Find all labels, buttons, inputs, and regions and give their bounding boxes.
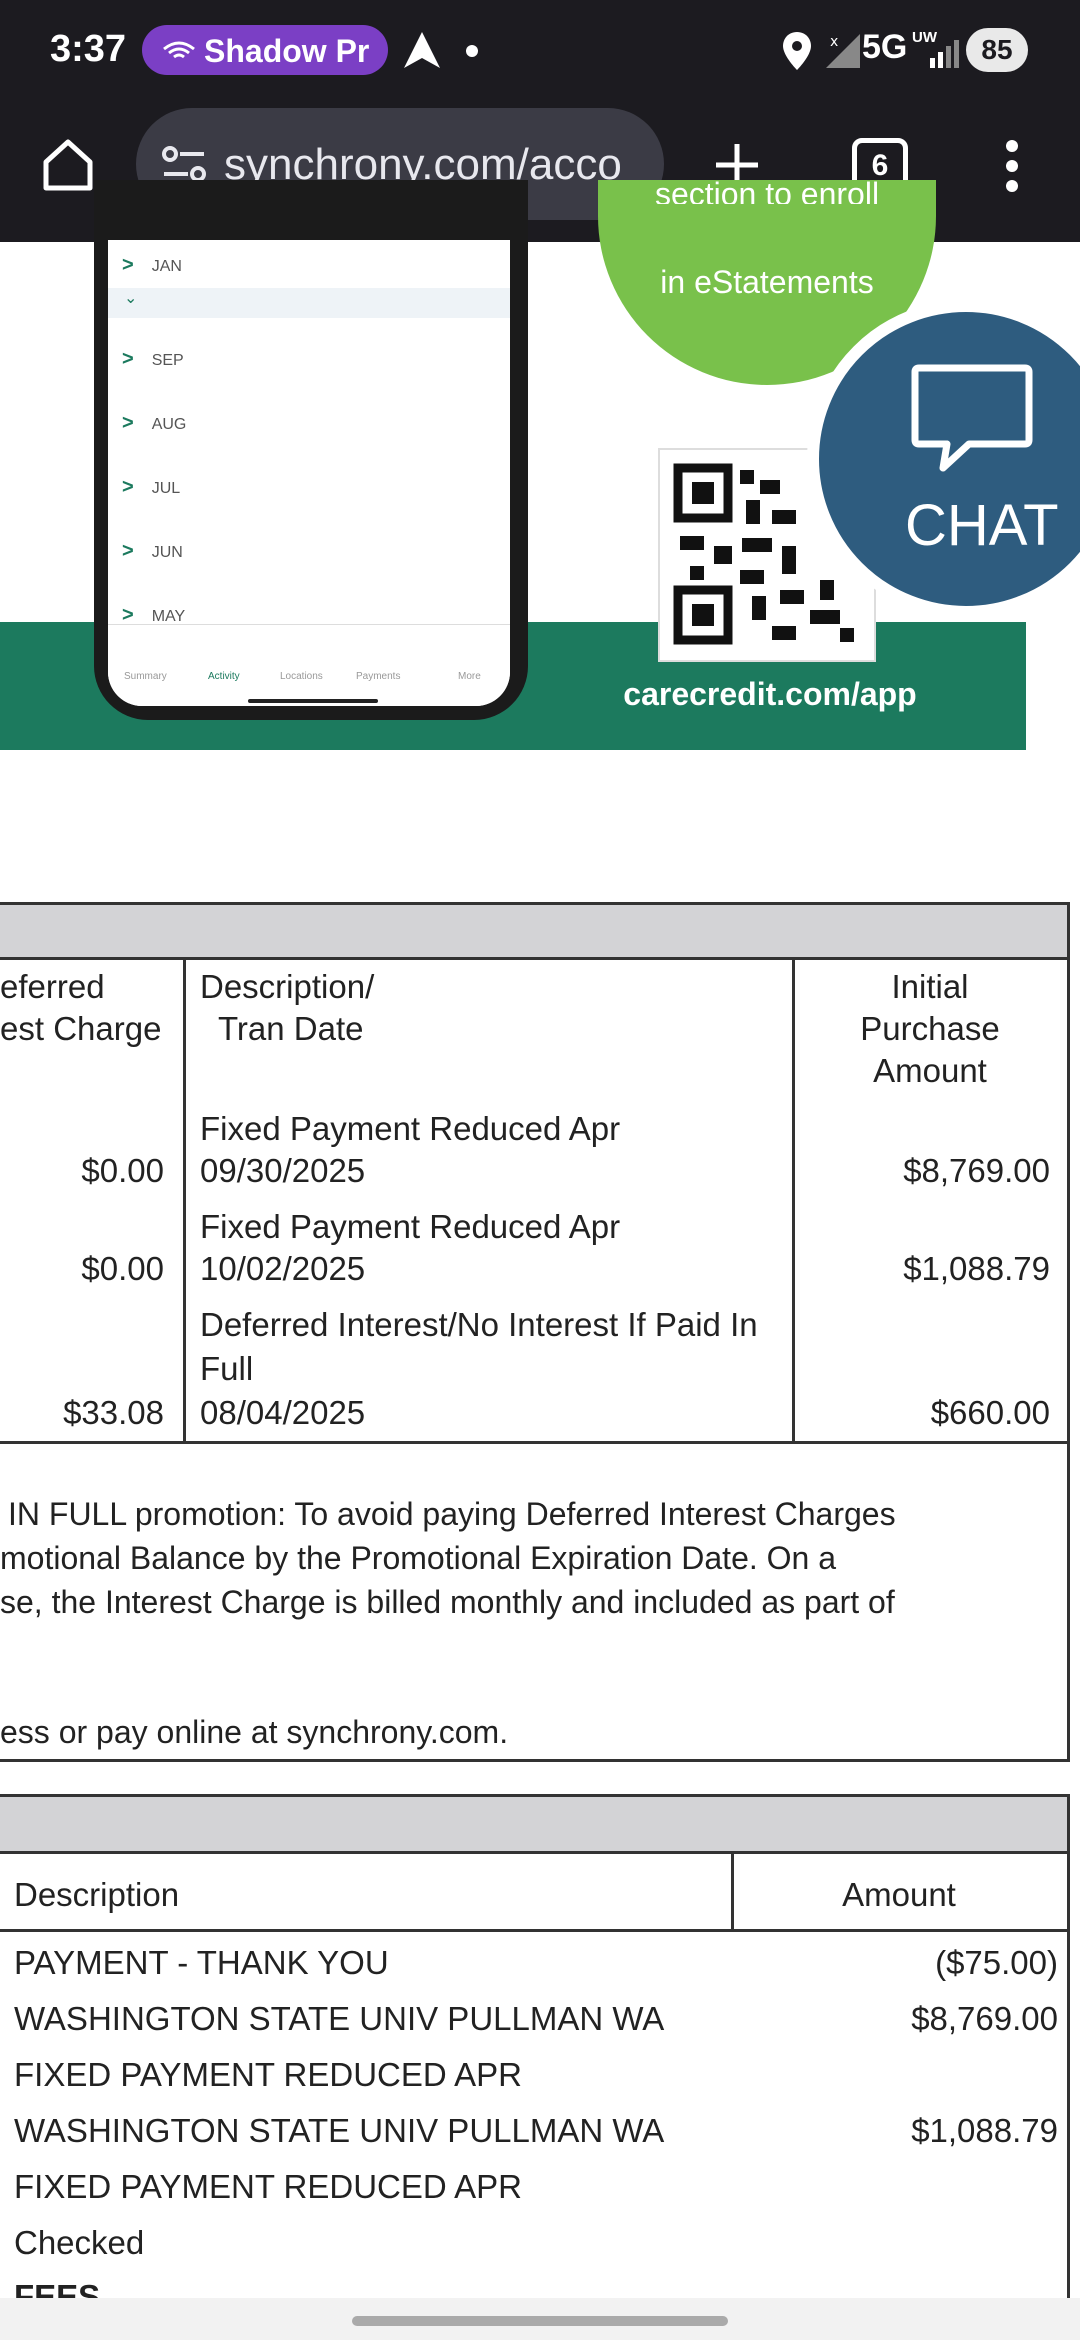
transaction-description: PAYMENT - THANK YOU <box>14 1944 389 1981</box>
promo-header-charge-2: est Charge <box>0 1010 162 1047</box>
transactions-header-description: Description <box>14 1876 180 1913</box>
promo-note-line: motional Balance by the Promotional Expi… <box>0 1540 837 1576</box>
month-row: > JUN <box>122 540 183 562</box>
svg-text:x: x <box>830 34 838 50</box>
promo-table-header-bar <box>0 902 1070 960</box>
shadow-icon <box>163 41 195 59</box>
promo-row-desc: Deferred Interest/No Interest If Paid In <box>200 1306 758 1343</box>
promo-row-charge: $0.00 <box>81 1152 164 1189</box>
promo-row-desc: Fixed Payment Reduced Apr <box>200 1110 621 1147</box>
month-row: > AUG <box>122 412 187 434</box>
transaction-description: WASHINGTON STATE UNIV PULLMAN WA <box>14 2112 665 2149</box>
home-icon[interactable] <box>40 136 96 192</box>
promo-row-amount: $8,769.00 <box>903 1152 1050 1189</box>
promo-row-date: 08/04/2025 <box>200 1394 366 1431</box>
transaction-description: WASHINGTON STATE UNIV PULLMAN WA <box>14 2000 665 2037</box>
promo-header-amount-3: Amount <box>873 1052 987 1089</box>
phone-screen: > JAN ⌄ > SEP > AUG > JUL > JUN > MAY Summary … <box>108 240 510 706</box>
transaction-amount: $1,088.79 <box>911 2112 1058 2149</box>
phone-tab: Payments <box>356 671 401 682</box>
site-settings-icon[interactable] <box>162 146 206 182</box>
promo-row-charge: $33.08 <box>63 1394 164 1431</box>
clock: 3:37 <box>50 28 127 70</box>
chat-label: CHAT <box>905 493 1059 558</box>
promo-row-charge: $0.00 <box>81 1250 164 1287</box>
network-sup: UW <box>912 29 937 46</box>
shadow-notification-pill[interactable]: Shadow Pr <box>142 25 388 75</box>
chat-bubble-icon <box>911 364 1033 472</box>
transactions-header-amount: Amount <box>842 1876 956 1913</box>
signal-x-icon: x <box>826 34 860 68</box>
promo-header-amount-2: Purchase <box>860 1010 1000 1047</box>
promo-row-date: 09/30/2025 <box>200 1152 366 1189</box>
app-url-text: carecredit.com/app <box>623 676 917 712</box>
home-gesture-handle[interactable] <box>352 2316 728 2326</box>
app-a-icon <box>404 32 440 68</box>
circle-line-1: section to enroll <box>654 176 880 204</box>
network-type: 5G <box>862 28 908 66</box>
promo-row-desc: Fixed Payment Reduced Apr <box>200 1208 621 1245</box>
promo-header-desc-2: Tran Date <box>218 1010 364 1047</box>
promo-header-amount-1: Initial <box>891 968 969 1005</box>
promo-row-amount: $660.00 <box>930 1394 1050 1431</box>
transaction-amount: ($75.00) <box>935 1944 1058 1981</box>
month-row: > JAN <box>122 254 182 276</box>
phone-tab: Summary <box>124 671 167 682</box>
promo-row-amount: $1,088.79 <box>903 1250 1050 1287</box>
promo-note-line: IN FULL promotion: To avoid paying Defer… <box>8 1496 896 1532</box>
transaction-description: Checked <box>14 2224 145 2261</box>
transaction-description: FIXED PAYMENT REDUCED APR <box>14 2168 522 2205</box>
circle-line-2: in eStatements <box>660 264 874 300</box>
transaction-amount: $8,769.00 <box>911 2000 1058 2037</box>
transaction-description: FIXED PAYMENT REDUCED APR <box>14 2056 522 2093</box>
phone-tabbar: Summary Activity Locations Payments More <box>108 624 510 706</box>
promo-note-line: se, the Interest Charge is billed monthl… <box>0 1584 895 1620</box>
location-icon <box>783 32 811 70</box>
promo-row-date: 10/02/2025 <box>200 1250 366 1287</box>
promo-header-charge-1: eferred <box>0 968 105 1005</box>
promo-note-line: ess or pay online at synchrony.com. <box>0 1714 509 1750</box>
phone-tab: Activity <box>208 671 240 682</box>
promo-header-desc-1: Description/ <box>200 968 375 1005</box>
signal-bars-icon <box>930 40 959 68</box>
shadow-label: Shadow Pr <box>204 33 370 69</box>
selected-row: ⌄ <box>108 288 510 318</box>
phone-tab: More <box>458 671 481 682</box>
promo-row-desc-cont: Full <box>200 1350 254 1387</box>
month-row: > JUL <box>122 476 181 498</box>
battery-level: 85 <box>966 28 1028 72</box>
phone-tab: Locations <box>280 671 323 682</box>
transactions-header-bar <box>0 1794 1070 1854</box>
more-options-icon[interactable] <box>1000 138 1024 194</box>
notification-dot <box>466 45 478 57</box>
month-row: > SEP <box>122 348 184 370</box>
